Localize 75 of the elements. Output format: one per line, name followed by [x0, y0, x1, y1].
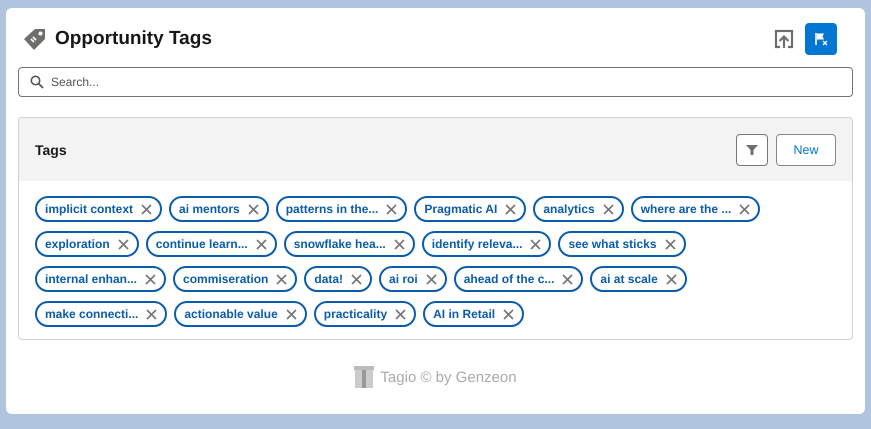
- tag-label: implicit context: [45, 202, 134, 216]
- tag-pill[interactable]: see what sticks: [558, 231, 686, 257]
- tag-label: ai roi: [389, 272, 418, 286]
- remove-icon[interactable]: [386, 204, 398, 214]
- tag-label: ahead of the c...: [464, 272, 554, 286]
- tag-icon: [23, 27, 47, 51]
- tag-pill[interactable]: identify releva...: [422, 231, 552, 257]
- remove-icon[interactable]: [141, 204, 152, 214]
- tag-pill[interactable]: where are the ...: [630, 196, 760, 222]
- page-title: Opportunity Tags: [55, 28, 212, 50]
- tag-pill[interactable]: commiseration: [173, 266, 298, 292]
- tag-pill[interactable]: exploration: [35, 231, 139, 257]
- remove-icon[interactable]: [118, 238, 129, 250]
- tag-pill[interactable]: analytics: [533, 196, 624, 222]
- tag-label: patterns in the...: [286, 202, 378, 216]
- tag-label: snowflake hea...: [294, 237, 386, 251]
- search-field[interactable]: Search...: [18, 67, 853, 97]
- tag-pill[interactable]: continue learn...: [146, 231, 277, 257]
- remove-icon[interactable]: [562, 274, 574, 284]
- tag-label: where are the ...: [640, 202, 732, 216]
- tag-pill[interactable]: internal enhan...: [35, 266, 166, 292]
- tag-pill[interactable]: ai roi: [379, 266, 447, 292]
- remove-icon[interactable]: [664, 238, 676, 250]
- tag-label: exploration: [45, 237, 110, 251]
- tag-pill[interactable]: actionable value: [174, 301, 307, 327]
- remove-icon[interactable]: [351, 274, 362, 284]
- tag-label: see what sticks: [568, 237, 657, 251]
- remove-icon[interactable]: [666, 274, 677, 284]
- logo-icon: [354, 366, 374, 388]
- tag-pill[interactable]: make connecti...: [35, 301, 168, 327]
- tag-label: identify releva...: [432, 237, 522, 251]
- tag-label: continue learn...: [156, 237, 248, 251]
- tag-pill[interactable]: ai mentors: [169, 196, 269, 222]
- remove-icon[interactable]: [739, 204, 750, 214]
- remove-icon[interactable]: [426, 274, 437, 284]
- tag-label: actionable value: [184, 307, 278, 321]
- tag-pill[interactable]: data!: [304, 266, 372, 292]
- new-button[interactable]: New: [776, 134, 836, 166]
- remove-icon[interactable]: [146, 308, 158, 320]
- remove-icon[interactable]: [394, 238, 405, 250]
- footer-text: Tagio © by Genzeon: [380, 368, 517, 386]
- remove-icon[interactable]: [602, 204, 614, 214]
- remove-icon[interactable]: [286, 308, 297, 320]
- filter-icon: [746, 144, 758, 156]
- panel-title: Tags: [35, 142, 67, 158]
- tag-pill[interactable]: Pragmatic AI: [414, 196, 526, 222]
- tag-label: commiseration: [183, 272, 268, 286]
- tag-label: analytics: [543, 202, 595, 216]
- tag-label: ai mentors: [179, 202, 240, 216]
- remove-icon[interactable]: [505, 204, 516, 214]
- tag-label: internal enhan...: [45, 272, 138, 286]
- tag-pill[interactable]: AI in Retail: [423, 301, 524, 327]
- tag-label: data!: [314, 272, 344, 286]
- remove-icon[interactable]: [503, 308, 514, 320]
- remove-icon[interactable]: [256, 238, 267, 250]
- remove-icon[interactable]: [248, 204, 259, 214]
- tag-pill[interactable]: snowflake hea...: [284, 231, 415, 257]
- remove-icon[interactable]: [395, 308, 406, 320]
- remove-icon[interactable]: [276, 274, 288, 284]
- upload-icon: [773, 28, 795, 50]
- remove-icon[interactable]: [145, 274, 156, 284]
- remove-icon[interactable]: [530, 238, 542, 250]
- tag-pill[interactable]: ai at scale: [590, 266, 687, 292]
- tag-label: practicality: [324, 307, 388, 321]
- tag-label: Pragmatic AI: [424, 202, 498, 216]
- tag-pill[interactable]: ahead of the c...: [454, 266, 584, 292]
- tag-label: AI in Retail: [433, 307, 496, 321]
- tag-label: make connecti...: [45, 307, 138, 321]
- flag-button[interactable]: [805, 23, 837, 55]
- tag-pill[interactable]: patterns in the...: [276, 196, 408, 222]
- tag-pill[interactable]: implicit context: [35, 196, 162, 222]
- filter-button[interactable]: [736, 134, 768, 166]
- tag-pill[interactable]: practicality: [314, 301, 416, 327]
- flag-icon: [813, 31, 829, 47]
- tag-label: ai at scale: [600, 272, 658, 286]
